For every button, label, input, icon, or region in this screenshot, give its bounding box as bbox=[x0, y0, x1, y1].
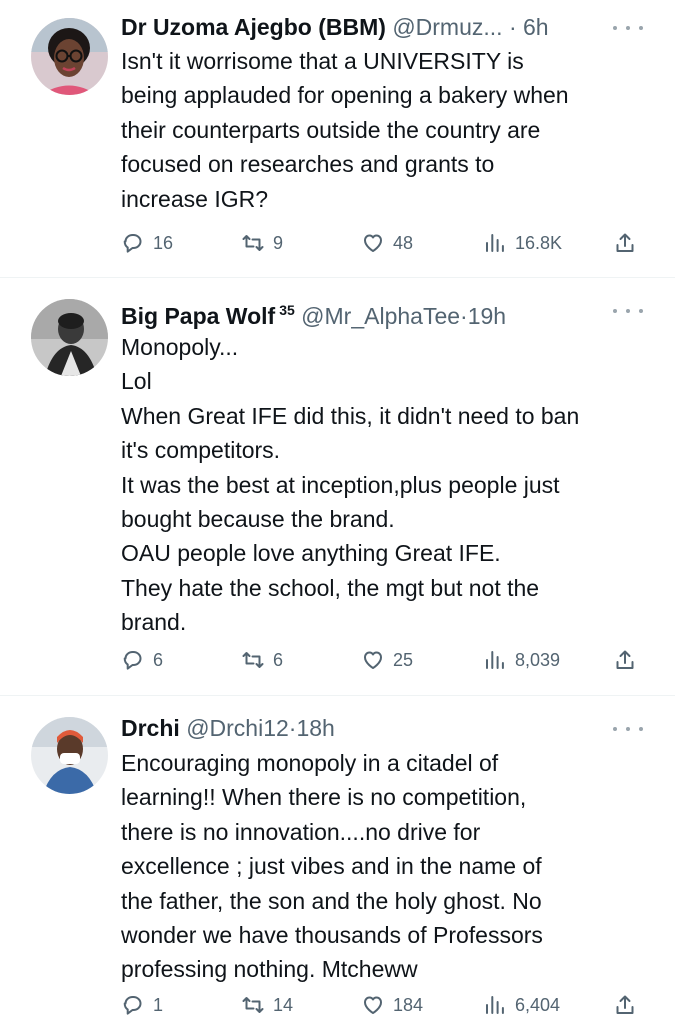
text-line: wonder we have thousands of Professors bbox=[121, 922, 543, 949]
views-chart-icon bbox=[486, 234, 504, 252]
tweet-feed: Dr Uzoma Ajegbo (BBM) @Drmuz... · 6h Isn… bbox=[0, 0, 675, 1024]
views-chart-icon bbox=[486, 651, 504, 669]
text-line: it's competitors. bbox=[121, 437, 281, 464]
reply-count: 16 bbox=[153, 232, 174, 253]
text-line: brand. bbox=[121, 609, 187, 636]
timestamp[interactable]: 6h bbox=[523, 14, 549, 40]
display-name[interactable]: Big Papa Wolf bbox=[121, 303, 275, 329]
text-line: focused on researches and grants to bbox=[121, 151, 495, 178]
separator-dot: · bbox=[460, 303, 468, 329]
reply-button[interactable]: 1 bbox=[121, 991, 163, 1019]
share-button[interactable] bbox=[613, 991, 637, 1019]
user-handle[interactable]: @Mr_AlphaTee bbox=[301, 303, 460, 329]
reply-button[interactable]: 16 bbox=[121, 229, 173, 257]
tweet-header: Drchi @Drchi12·18h bbox=[121, 713, 635, 743]
like-button[interactable]: 25 bbox=[361, 646, 413, 674]
reply-icon bbox=[123, 996, 142, 1015]
action-bar: 16 9 48 16.8K bbox=[121, 229, 641, 257]
share-icon bbox=[616, 995, 634, 1014]
display-name[interactable]: Drchi bbox=[121, 715, 180, 741]
like-button[interactable]: 48 bbox=[361, 229, 413, 257]
text-line: Lol bbox=[121, 368, 152, 395]
heart-icon bbox=[364, 234, 382, 252]
separator-dot: · bbox=[508, 14, 517, 40]
more-dots-icon[interactable] bbox=[613, 719, 643, 739]
retweet-count: 9 bbox=[273, 232, 284, 253]
text-line: They hate the school, the mgt but not th… bbox=[121, 574, 540, 601]
user-badge: 35 bbox=[279, 302, 295, 318]
retweet-icon bbox=[242, 652, 264, 668]
retweet-button[interactable]: 9 bbox=[241, 229, 283, 257]
display-name[interactable]: Dr Uzoma Ajegbo (BBM) bbox=[121, 14, 386, 40]
avatar[interactable] bbox=[31, 717, 108, 794]
text-line: It was the best at inception,plus people… bbox=[121, 471, 560, 498]
retweet-button[interactable]: 6 bbox=[241, 646, 283, 674]
tweet[interactable]: Big Papa Wolf 35 @Mr_AlphaTee·19h Monopol… bbox=[0, 279, 675, 696]
action-bar: 6 6 25 8,039 bbox=[121, 646, 641, 674]
more-dots-icon[interactable] bbox=[613, 18, 643, 38]
tweet-text: Encouraging monopoly in a citadel of lea… bbox=[121, 746, 651, 987]
text-line: bought because the brand. bbox=[121, 506, 395, 533]
views-button[interactable]: 6,404 bbox=[483, 991, 560, 1019]
more-dots-icon[interactable] bbox=[613, 301, 643, 321]
reply-count: 1 bbox=[153, 994, 164, 1015]
like-count: 25 bbox=[393, 649, 414, 670]
heart-icon bbox=[364, 651, 382, 669]
share-icon bbox=[616, 233, 634, 252]
views-count: 6,404 bbox=[515, 994, 561, 1015]
retweet-count: 6 bbox=[273, 649, 284, 670]
text-line: professing nothing. Mtcheww bbox=[121, 956, 418, 983]
retweet-icon bbox=[242, 997, 264, 1013]
retweet-icon bbox=[242, 235, 264, 251]
views-count: 8,039 bbox=[515, 649, 561, 670]
text-line: Isn't it worrisome that a UNIVERSITY is bbox=[121, 48, 524, 74]
like-count: 184 bbox=[393, 994, 424, 1015]
retweet-count: 14 bbox=[273, 994, 294, 1015]
views-button[interactable]: 16.8K bbox=[483, 229, 562, 257]
timestamp[interactable]: 18h bbox=[296, 715, 334, 741]
tweet-header: Dr Uzoma Ajegbo (BBM) @Drmuz... · 6h bbox=[121, 12, 635, 42]
share-button[interactable] bbox=[613, 229, 637, 257]
tweet-header: Big Papa Wolf 35 @Mr_AlphaTee·19h bbox=[121, 295, 635, 331]
views-button[interactable]: 8,039 bbox=[483, 646, 560, 674]
text-line: When Great IFE did this, it didn't need … bbox=[121, 402, 580, 429]
reply-count: 6 bbox=[153, 649, 164, 670]
views-chart-icon bbox=[486, 996, 504, 1014]
reply-icon bbox=[123, 234, 142, 253]
text-line: increase IGR? bbox=[121, 185, 269, 212]
text-line: being applauded for opening a bakery whe… bbox=[121, 82, 569, 109]
share-icon bbox=[616, 650, 634, 669]
text-line: there is no innovation....no drive for bbox=[121, 818, 481, 845]
tweet[interactable]: Drchi @Drchi12·18h Encouraging monopoly … bbox=[0, 697, 675, 1024]
retweet-button[interactable]: 14 bbox=[241, 991, 293, 1019]
tweet-text: Monopoly... Lol When Great IFE did this,… bbox=[121, 330, 651, 640]
like-count: 48 bbox=[393, 232, 414, 253]
user-handle[interactable]: @Drmuz... bbox=[392, 14, 502, 40]
text-line: their counterparts outside the country a… bbox=[121, 116, 541, 143]
avatar[interactable] bbox=[31, 299, 108, 376]
tweet[interactable]: Dr Uzoma Ajegbo (BBM) @Drmuz... · 6h Isn… bbox=[0, 0, 675, 278]
views-count: 16.8K bbox=[515, 232, 563, 253]
heart-icon bbox=[364, 996, 382, 1014]
text-line: learning!! When there is no competition, bbox=[121, 784, 527, 811]
text-line: excellence ; just vibes and in the name … bbox=[121, 853, 542, 880]
text-line: the father, the son and the holy ghost. … bbox=[121, 887, 542, 914]
avatar[interactable] bbox=[31, 18, 108, 95]
text-line: Monopoly... bbox=[121, 334, 239, 360]
reply-button[interactable]: 6 bbox=[121, 646, 163, 674]
reply-icon bbox=[123, 651, 142, 670]
text-line: OAU people love anything Great IFE. bbox=[121, 540, 501, 567]
share-button[interactable] bbox=[613, 646, 637, 674]
tweet-text: Isn't it worrisome that a UNIVERSITY is … bbox=[121, 44, 651, 216]
action-bar: 1 14 184 6,404 bbox=[121, 991, 641, 1019]
timestamp[interactable]: 19h bbox=[468, 303, 506, 329]
text-line: Encouraging monopoly in a citadel of bbox=[121, 750, 499, 776]
user-handle[interactable]: @Drchi12 bbox=[186, 715, 289, 741]
like-button[interactable]: 184 bbox=[361, 991, 423, 1019]
